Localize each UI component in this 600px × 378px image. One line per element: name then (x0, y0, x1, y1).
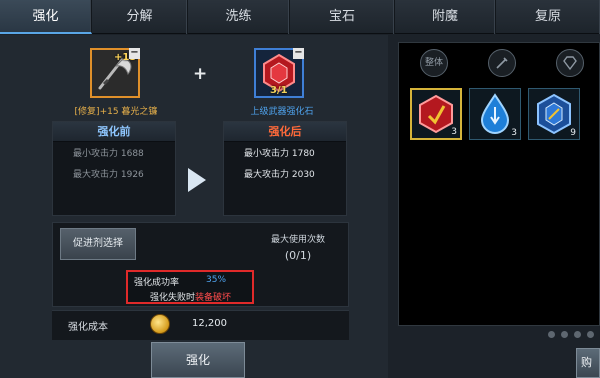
remove-item-icon[interactable]: − (129, 48, 140, 59)
tab-disassemble[interactable]: 分解 (92, 0, 188, 34)
gold-coin-icon (150, 314, 170, 334)
plus-symbol: + (193, 64, 208, 84)
gem-count: 3/1 (270, 85, 288, 96)
before-stats-panel: 强化前 最小攻击力 1688 最大攻击力 1926 (52, 121, 176, 216)
page-dot[interactable] (548, 331, 555, 338)
item-qty: 9 (570, 128, 576, 138)
inventory-item-red-gem[interactable]: 3 (410, 88, 462, 140)
sword-icon (496, 57, 508, 69)
success-rate-box: 强化成功率 35% 强化失败时装备破坏 (126, 270, 254, 304)
page-dot[interactable] (587, 331, 594, 338)
tab-enchant[interactable]: 附魔 (395, 0, 496, 34)
after-max-attack: 最大攻击力 2030 (244, 170, 315, 180)
cost-value: 12,200 (192, 318, 227, 329)
page-dot[interactable] (574, 331, 581, 338)
remove-gem-icon[interactable]: − (293, 48, 304, 59)
success-rate-value: 35% (206, 275, 227, 285)
item-slot[interactable]: +15 − (90, 48, 140, 98)
gem-slot[interactable]: 3/1 − (254, 48, 304, 98)
tab-refine[interactable]: 洗练 (188, 0, 290, 34)
promoter-select-button[interactable]: 促进剂选择 (60, 228, 136, 260)
success-rate-label: 强化成功率 (134, 278, 180, 288)
tab-restore[interactable]: 复原 (496, 0, 600, 34)
before-min-attack: 最小攻击力 1688 (73, 149, 144, 159)
tab-enhance[interactable]: 强化 (0, 0, 92, 34)
diamond-icon (563, 56, 577, 71)
gem-name: 上级武器强化石 (250, 107, 314, 117)
before-max-attack: 最大攻击力 1926 (73, 170, 144, 180)
failure-note: 强化失败时装备破坏 (150, 290, 231, 303)
failure-prefix: 强化失败时 (150, 293, 196, 303)
tab-bar: 强化 分解 洗练 宝石 附魔 复原 (0, 0, 600, 34)
after-title: 强化后 (224, 122, 346, 142)
inventory-item-blue-hex[interactable]: 9 (528, 88, 580, 140)
cost-label: 强化成本 (68, 322, 108, 333)
after-stats-panel: 强化后 最小攻击力 1780 最大攻击力 2030 (223, 121, 347, 216)
max-uses-label: 最大使用次数 (270, 235, 325, 245)
page-dot[interactable] (561, 331, 568, 338)
enhance-button[interactable]: 强化 (151, 342, 245, 378)
failure-warning: 装备破坏 (195, 293, 232, 303)
item-name: [修复]+15 暮光之镰 (74, 107, 158, 117)
after-min-attack: 最小攻击力 1780 (244, 149, 315, 159)
buy-button[interactable]: 购 (576, 348, 600, 378)
all-filter-icon[interactable]: 整体 (420, 49, 448, 77)
tab-gem[interactable]: 宝石 (290, 0, 395, 34)
weapon-filter-icon[interactable] (488, 49, 516, 77)
max-uses-value: (0/1) (284, 249, 312, 262)
before-title: 强化前 (53, 122, 175, 142)
arrow-right-icon (188, 168, 206, 192)
diamond-filter-icon[interactable] (556, 49, 584, 77)
item-qty: 3 (511, 128, 517, 138)
item-qty: 3 (451, 127, 457, 137)
inventory-item-blue-drop[interactable]: 3 (469, 88, 521, 140)
inventory-panel (398, 42, 600, 326)
